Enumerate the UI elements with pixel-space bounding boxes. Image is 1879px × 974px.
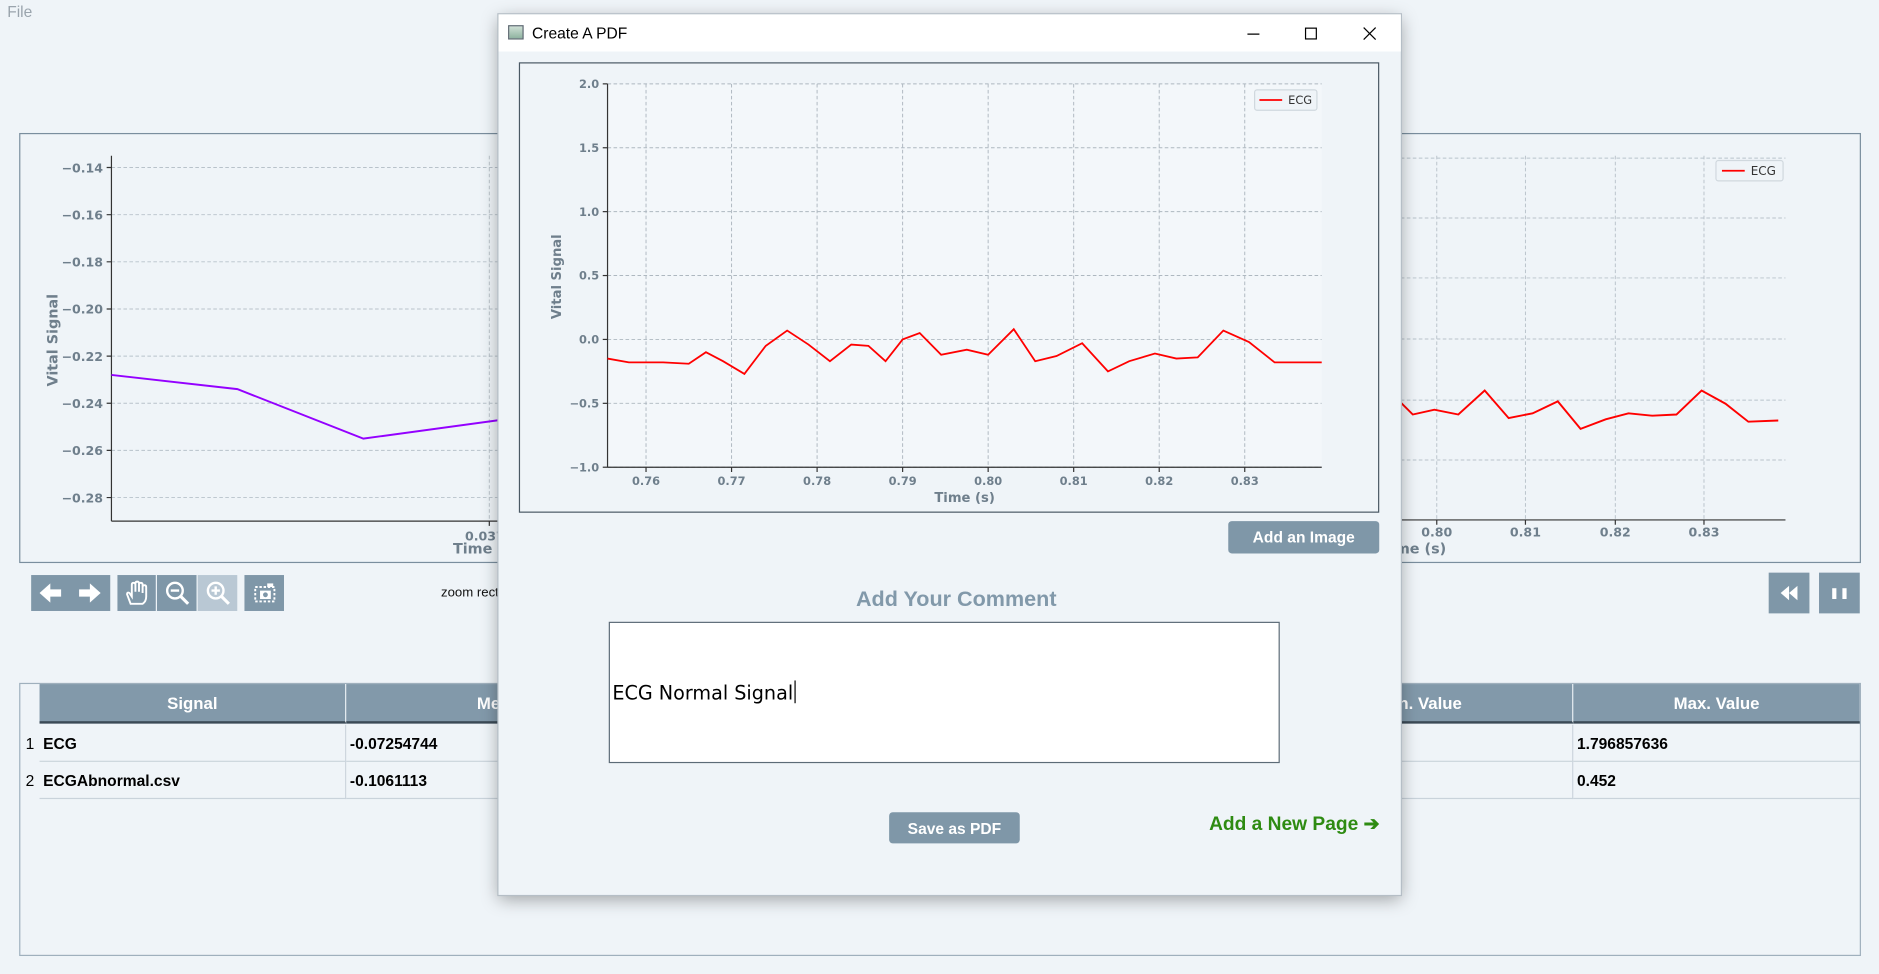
table-cell-max[interactable]: 0.452: [1573, 761, 1860, 800]
zoom-in-icon: [206, 581, 230, 605]
dialog-title: Create A PDF: [532, 23, 628, 42]
comment-text: ECG Normal Signal: [612, 681, 794, 705]
x-tick-label: 0.76: [632, 474, 660, 488]
dialog-plot-xlabel: Time (s): [934, 491, 995, 506]
y-tick-label: −0.24: [61, 396, 103, 411]
table-cell-min[interactable]: [1398, 724, 1574, 762]
dialog-plot-legend-label: ECG: [1288, 93, 1312, 107]
zoom-out-button[interactable]: [156, 575, 197, 611]
maximize-button[interactable]: [1283, 14, 1338, 51]
row-number[interactable]: 2: [20, 762, 39, 799]
y-tick-label: −0.28: [61, 490, 103, 505]
col-header-min[interactable]: n. Value: [1398, 684, 1574, 724]
rewind-icon: [1780, 585, 1798, 601]
hand-icon: [126, 580, 148, 605]
y-tick-label: 1.0: [579, 205, 599, 219]
y-tick-label: −0.26: [61, 443, 103, 458]
app-window-icon: [508, 25, 524, 40]
back-button[interactable]: [31, 575, 70, 611]
y-tick-label: −0.14: [61, 160, 103, 175]
table-cell-signal[interactable]: ECGAbnormal.csv: [39, 761, 347, 800]
x-tick-label: 0.80: [974, 474, 1002, 488]
file-menu[interactable]: File: [7, 2, 32, 20]
y-tick-label: −0.18: [61, 255, 103, 270]
screenshot-icon: [253, 583, 275, 603]
minimize-button[interactable]: [1226, 14, 1281, 51]
y-tick-label: 2.0: [579, 77, 599, 91]
right-signal-line: [1400, 389, 1779, 431]
screenshot-button[interactable]: [244, 575, 284, 611]
right-plot-legend-label: ECG: [1751, 164, 1776, 178]
close-button[interactable]: [1342, 14, 1397, 51]
main-plot-ylabel: Vital Signal: [46, 294, 62, 387]
col-header-signal[interactable]: Signal: [39, 684, 347, 724]
right-plot[interactable]: 0.80 0.81 0.82 0.83 ECG me (s): [1400, 134, 1859, 560]
x-tick-label: 0.83: [1688, 525, 1719, 540]
y-tick-label: −1.0: [569, 460, 599, 474]
y-tick-label: −0.5: [569, 397, 599, 411]
y-tick-label: −0.16: [61, 207, 103, 222]
y-tick-label: 1.5: [579, 141, 599, 155]
save-pdf-button[interactable]: Save as PDF: [889, 812, 1020, 844]
x-tick-label: 0.81: [1060, 474, 1088, 488]
dialog-ecg-plot[interactable]: −1.0 −0.5 0.0 0.5 1.0 1.5 2.0 0.76 0.77 0.78 0.79…: [520, 63, 1378, 511]
x-tick-label: 0.77: [718, 474, 746, 488]
main-plot[interactable]: −0.14 −0.16 −0.18 −0.20 −0.22 −0.24 −0.26 −0.28…: [20, 134, 500, 560]
y-tick-label: 0.0: [579, 333, 599, 347]
x-tick-label: 0.79: [889, 474, 917, 488]
x-tick-label: 0.82: [1600, 525, 1631, 540]
x-tick-label: 0.78: [803, 474, 831, 488]
add-image-button[interactable]: Add an Image: [1228, 521, 1380, 554]
arrow-right-icon: [79, 583, 101, 603]
y-tick-label: −0.20: [61, 302, 103, 317]
comment-title: Add Your Comment: [855, 587, 1057, 611]
col-header-max[interactable]: Max. Value: [1573, 684, 1860, 724]
zoom-in-button[interactable]: [197, 575, 238, 611]
main-signal-line: [111, 374, 500, 440]
close-icon: [1363, 26, 1377, 40]
x-tick-label: 0.83: [1231, 474, 1259, 488]
pause-icon: [1832, 588, 1847, 599]
x-tick-label: 0.82: [1145, 474, 1173, 488]
create-pdf-dialog: Create A PDF −1.0 −0.5 0.0 0.5 1.0 1.5 2.0 0.7…: [498, 14, 1401, 895]
text-caret: [794, 680, 796, 704]
dialog-titlebar[interactable]: Create A PDF: [498, 14, 1401, 52]
pan-button[interactable]: [117, 575, 156, 611]
table-cell-max[interactable]: 1.796857636: [1573, 724, 1860, 762]
x-tick-label: 0.81: [1510, 525, 1541, 540]
toolbar-mode-label: zoom rect: [440, 585, 499, 601]
maximize-icon: [1304, 26, 1317, 39]
forward-button[interactable]: [69, 575, 111, 611]
y-tick-label: 0.5: [579, 269, 599, 283]
minimize-icon: [1247, 32, 1260, 35]
main-plot-xlabel: Time (: [453, 541, 500, 557]
arrow-left-icon: [39, 583, 62, 603]
zoom-out-icon: [165, 581, 189, 605]
comment-input[interactable]: ECG Normal Signal: [608, 621, 1280, 764]
dialog-plot-ylabel: Vital Signal: [550, 234, 565, 319]
add-new-page-link[interactable]: Add a New Page ➔: [1209, 812, 1380, 836]
table-cell-signal[interactable]: ECG: [39, 724, 347, 762]
right-plot-xlabel: me (s): [1401, 541, 1446, 557]
rewind-button[interactable]: [1768, 572, 1810, 614]
y-tick-label: −0.22: [61, 349, 103, 364]
x-tick-label: 0.80: [1421, 525, 1452, 540]
pause-button[interactable]: [1819, 572, 1860, 614]
table-cell-min[interactable]: [1398, 761, 1574, 800]
row-number[interactable]: 1: [20, 725, 39, 762]
